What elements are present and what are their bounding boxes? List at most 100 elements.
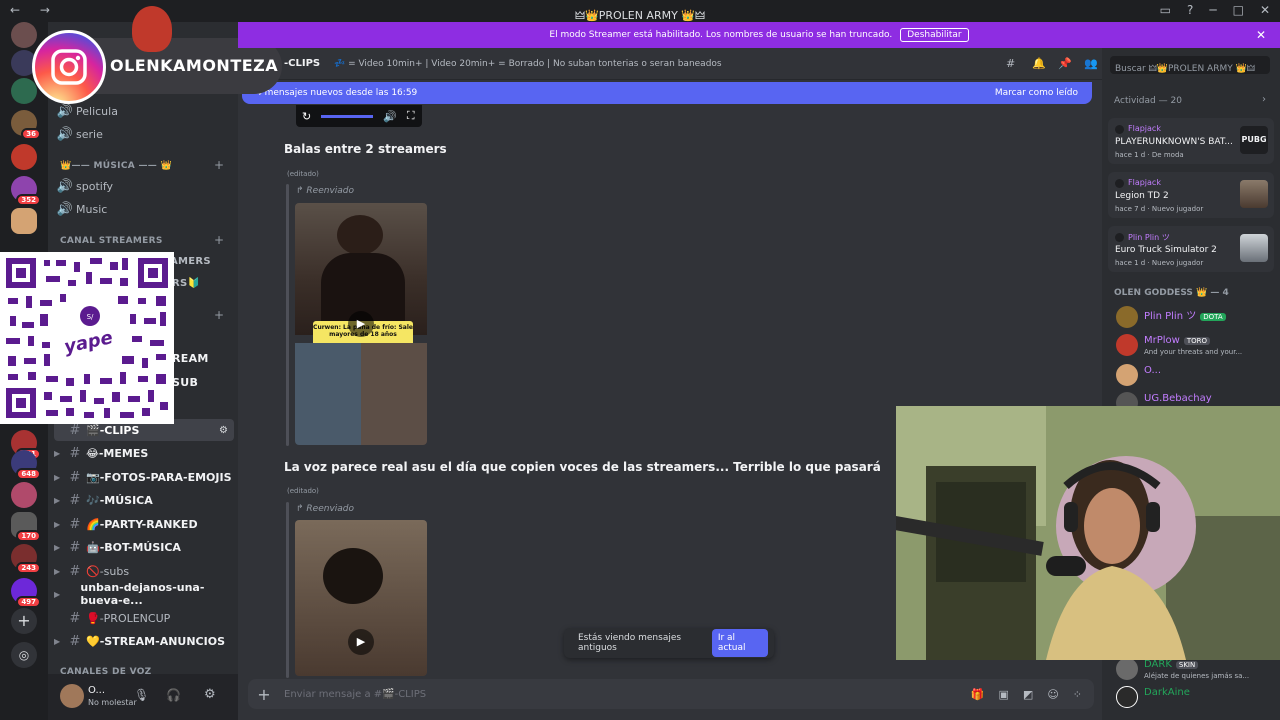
minimize-icon[interactable]: ─: [1209, 3, 1216, 17]
mark-read-button[interactable]: Marcar como leído: [995, 88, 1078, 98]
channel-fotos[interactable]: ▶ # 📷-FOTOS-PARA-EMOJIS: [54, 466, 234, 488]
close-icon[interactable]: ✕: [1256, 28, 1266, 42]
video-frame: [295, 343, 361, 445]
member-item[interactable]: DarkAine: [1112, 684, 1280, 710]
jump-to-present-button[interactable]: Ir al actual: [711, 629, 768, 657]
voice-icon: 🔊: [56, 178, 74, 194]
member-item[interactable]: MrPlow TORO And your threats and your...: [1112, 332, 1280, 358]
user-panel: O... No molestar 🎙 🎧 ⚙: [48, 674, 238, 720]
activity-card[interactable]: Flapjack PLAYERUNKNOWN'S BAT... hace 1 d…: [1108, 118, 1274, 164]
member-item[interactable]: O...: [1112, 362, 1280, 388]
channel-musica[interactable]: ▶ # 🎶-MÚSICA: [54, 489, 234, 511]
channel-partial-text[interactable]: RS🔰: [172, 278, 200, 289]
help-icon[interactable]: ?: [1187, 3, 1193, 17]
channel-party-ranked[interactable]: ▶ # 🌈-PARTY-RANKED: [54, 513, 234, 535]
mascot-image: [132, 6, 172, 52]
server-icon[interactable]: [11, 144, 37, 170]
server-icon[interactable]: 243: [11, 544, 41, 574]
bell-icon[interactable]: 🔔: [1032, 57, 1046, 70]
add-channel-icon[interactable]: +: [214, 308, 224, 322]
add-attachment-icon[interactable]: +: [248, 685, 280, 704]
channel-name: -CLIPS: [284, 58, 321, 69]
server-icon[interactable]: [11, 208, 37, 234]
server-icon[interactable]: 352: [11, 176, 41, 206]
settings-icon[interactable]: ⚙: [219, 425, 234, 436]
avatar: [1116, 686, 1138, 708]
server-icon[interactable]: [11, 22, 37, 48]
member-group-header: OLEN GODDESS 👑 — 4: [1114, 288, 1229, 298]
channel-serie[interactable]: 🔊 serie: [54, 123, 234, 145]
channel-partial-text[interactable]: AMERS: [170, 256, 211, 267]
mic-icon[interactable]: 🎙: [134, 688, 149, 702]
new-messages-bar[interactable]: 4 mensajes nuevos desde las 16:59 Marcar…: [242, 82, 1092, 104]
channel-partial-text[interactable]: SUB: [172, 376, 198, 389]
add-channel-icon[interactable]: +: [214, 158, 224, 172]
video-figure: [337, 215, 383, 255]
game-art: PUBG: [1240, 126, 1268, 154]
pin-icon[interactable]: 📌: [1058, 57, 1072, 70]
channel-pelicula[interactable]: 🔊 Pelicula: [54, 100, 234, 122]
avatar: [1115, 233, 1124, 242]
replay-icon[interactable]: ↻: [302, 110, 311, 123]
composer-input[interactable]: Enviar mensaje a #🎬-CLIPS: [284, 689, 426, 700]
avatar: [1116, 364, 1138, 386]
video-thumbnail[interactable]: ▶: [295, 520, 427, 676]
video-thumbnail[interactable]: Curwen: La pana de frío: Sale mayores de…: [295, 203, 427, 445]
play-icon[interactable]: ▶: [348, 311, 374, 337]
server-icon[interactable]: [11, 482, 37, 508]
close-window-icon[interactable]: ✕: [1260, 3, 1270, 17]
streamer-mode-bar: El modo Streamer está habilitado. Los no…: [238, 22, 1280, 48]
gift-icon[interactable]: 🎁: [971, 688, 985, 701]
maximize-icon[interactable]: □: [1233, 3, 1244, 17]
sticker-icon[interactable]: ◩: [1023, 688, 1033, 701]
members-icon[interactable]: 👥: [1084, 57, 1098, 70]
message-composer[interactable]: + Enviar mensaje a #🎬-CLIPS 🎁 ▣ ◩ ☺ ⁘: [248, 679, 1094, 709]
inbox-icon[interactable]: ▭: [1160, 3, 1171, 17]
game-art: [1240, 234, 1268, 262]
channel-bot-musica[interactable]: ▶ # 🤖-BOT-MÚSICA: [54, 536, 234, 558]
svg-text:S/: S/: [87, 313, 94, 321]
avatar[interactable]: [60, 684, 84, 708]
server-icon[interactable]: [11, 78, 37, 104]
fullscreen-icon[interactable]: ⛶: [407, 109, 415, 123]
video-frame: [361, 343, 427, 445]
volume-icon[interactable]: 🔊: [383, 110, 397, 123]
user-settings-icon[interactable]: ⚙: [204, 687, 216, 702]
message-text: Balas entre 2 streamers: [284, 142, 447, 156]
explore-icon[interactable]: ◎: [11, 642, 37, 668]
emoji-icon[interactable]: ☺: [1047, 688, 1058, 701]
channel-music[interactable]: 🔊 Music: [54, 198, 234, 220]
activity-card[interactable]: Plin Plin ツ Euro Truck Simulator 2 hace …: [1108, 226, 1274, 272]
member-item[interactable]: Plin Plin ツ DOTA: [1112, 304, 1280, 330]
yape-qr-code: S/ yape: [0, 252, 174, 424]
add-channel-icon[interactable]: +: [214, 233, 224, 247]
avatar: [1116, 334, 1138, 356]
category-streamers[interactable]: CANAL STREAMERS: [60, 236, 163, 246]
play-icon[interactable]: ▶: [348, 628, 374, 655]
category-musica[interactable]: 👑—— MÚSICA —— 👑: [60, 161, 172, 171]
message-text: La voz parece real asu el día que copien…: [284, 460, 881, 474]
chevron-right-icon[interactable]: ›: [1262, 94, 1266, 105]
disable-streamer-button[interactable]: Deshabilitar: [900, 28, 969, 42]
volume-slider[interactable]: [321, 114, 374, 118]
server-icon[interactable]: 36: [11, 110, 41, 140]
add-server-icon[interactable]: +: [11, 608, 37, 634]
server-icon[interactable]: 497: [11, 578, 41, 608]
channel-memes[interactable]: ▶ # 😂-MEMES: [54, 442, 234, 464]
channel-prolencup[interactable]: # 🥊-PROLENCUP: [54, 607, 234, 629]
forward-bar: [286, 184, 289, 446]
activity-card[interactable]: Flapjack Legion TD 2 hace 7 d · Nuevo ju…: [1108, 172, 1274, 218]
edited-label: (editado): [287, 170, 319, 178]
threads-icon[interactable]: #: [1006, 57, 1015, 70]
channel-partial-text[interactable]: REAM: [172, 352, 209, 365]
server-icon[interactable]: 648: [11, 450, 41, 480]
server-icon[interactable]: 170: [11, 512, 41, 542]
headphones-icon[interactable]: 🎧: [166, 688, 181, 702]
channel-unban[interactable]: ▶ unban-dejanos-una-bueva-e...: [54, 581, 234, 607]
channel-spotify[interactable]: 🔊 spotify: [54, 175, 234, 197]
channel-stream-anuncios[interactable]: ▶ # 💛-STREAM-ANUNCIOS: [54, 630, 234, 652]
apps-icon[interactable]: ⁘: [1073, 688, 1082, 701]
search-input[interactable]: Buscar 🜲👑PROLEN ARMY 👑🜲: [1110, 56, 1270, 74]
channel-subs[interactable]: ▶ # 🚫-subs: [54, 560, 234, 582]
gif-icon[interactable]: ▣: [999, 688, 1009, 701]
